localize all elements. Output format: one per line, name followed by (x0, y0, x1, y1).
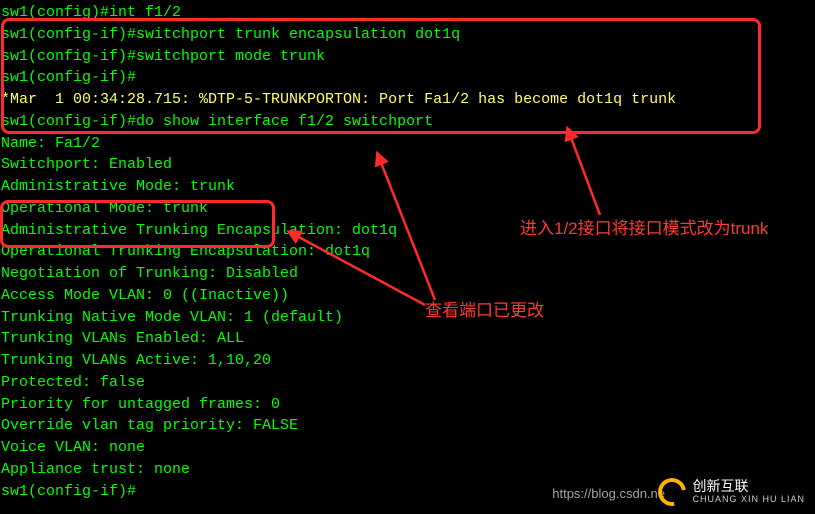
terminal-line: sw1(config-if)#switchport trunk encapsul… (1, 24, 814, 46)
terminal-line: *Mar 1 00:34:28.715: %DTP-5-TRUNKPORTON:… (1, 89, 814, 111)
terminal-line: Switchport: Enabled (1, 154, 814, 176)
terminal-line: Name: Fa1/2 (1, 133, 814, 155)
terminal-output: sw1(config)#int f1/2sw1(config-if)#switc… (0, 0, 815, 504)
terminal-line: sw1(config-if)#do show interface f1/2 sw… (1, 111, 814, 133)
terminal-line: sw1(config-if)#switchport mode trunk (1, 46, 814, 68)
terminal-line: Priority for untagged frames: 0 (1, 394, 814, 416)
terminal-line: Trunking Native Mode VLAN: 1 (default) (1, 307, 814, 329)
annotation-enter-interface: 进入1/2接口将接口模式改为trunk (520, 216, 780, 242)
terminal-line: Trunking VLANs Enabled: ALL (1, 328, 814, 350)
terminal-line: Trunking VLANs Active: 1,10,20 (1, 350, 814, 372)
terminal-line: Negotiation of Trunking: Disabled (1, 263, 814, 285)
terminal-line: Access Mode VLAN: 0 ((Inactive)) (1, 285, 814, 307)
logo-ring-icon (653, 473, 692, 512)
terminal-line: Administrative Mode: trunk (1, 176, 814, 198)
terminal-line: Operational Trunking Encapsulation: dot1… (1, 241, 814, 263)
terminal-line: Override vlan tag priority: FALSE (1, 415, 814, 437)
terminal-line: sw1(config-if)# (1, 67, 814, 89)
watermark-brand: 创新互联 (692, 479, 805, 494)
annotation-view-port: 查看端口已更改 (425, 298, 544, 324)
terminal-line: sw1(config)#int f1/2 (1, 2, 814, 24)
watermark-url: https://blog.csdn.ne (552, 485, 665, 504)
terminal-line: Voice VLAN: none (1, 437, 814, 459)
watermark-logo: 创新互联 CHUANG XIN HU LIAN (658, 478, 805, 506)
watermark-brand-sub: CHUANG XIN HU LIAN (692, 495, 805, 505)
terminal-line: Protected: false (1, 372, 814, 394)
